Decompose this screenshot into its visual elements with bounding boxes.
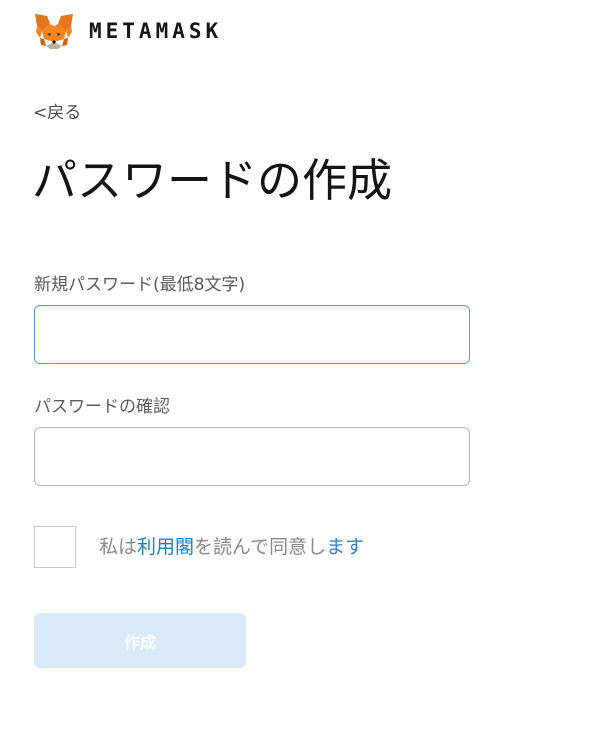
- app-header: METAMASK: [33, 10, 222, 52]
- new-password-label: 新規パスワード(最低8文字): [34, 275, 246, 295]
- terms-link[interactable]: 利用閣: [137, 536, 194, 558]
- metamask-fox-icon: [35, 14, 73, 49]
- create-password-page: METAMASK <戻る パスワードの作成 新規パスワード(最低8文字) パスワ…: [0, 0, 602, 736]
- create-button[interactable]: 作成: [34, 613, 246, 668]
- terms-agreement-row: 私は利用閣を読んで同意します: [34, 526, 364, 568]
- new-password-input[interactable]: [34, 305, 470, 364]
- terms-checkbox[interactable]: [34, 526, 76, 568]
- agreement-prefix: 私は: [99, 536, 138, 558]
- confirm-password-input[interactable]: [34, 427, 470, 486]
- brand-wordmark: METAMASK: [89, 19, 223, 43]
- confirm-password-label: パスワードの確認: [34, 397, 170, 417]
- agreement-suffix: ます: [326, 536, 365, 558]
- page-title: パスワードの作成: [32, 154, 393, 207]
- back-link[interactable]: <戻る: [33, 102, 81, 124]
- terms-agreement-text: 私は利用閣を読んで同意します: [99, 535, 364, 559]
- agreement-middle: を読んで同意し: [194, 536, 327, 558]
